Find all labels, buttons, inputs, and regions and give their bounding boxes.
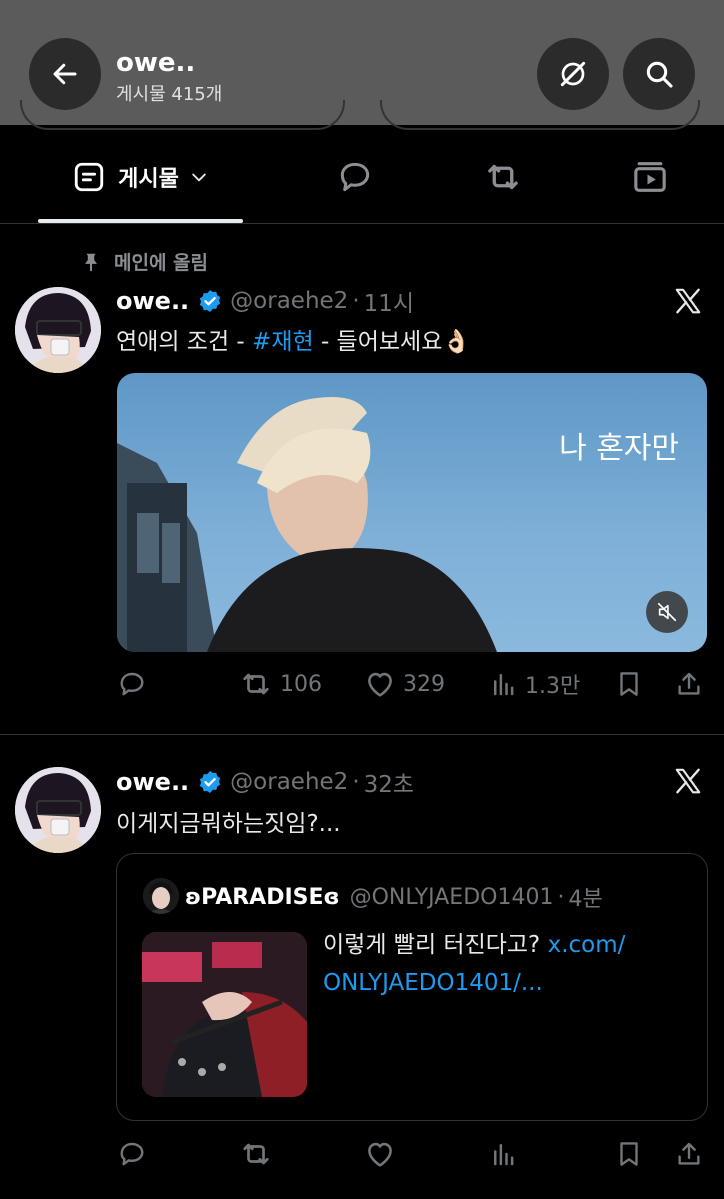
tab-reposts[interactable] (460, 130, 546, 224)
quoted-text-body: 이렇게 빨리 터진다고? (323, 932, 548, 958)
quoted-image[interactable] (142, 932, 307, 1097)
repost-button[interactable] (238, 1134, 280, 1174)
tweet-header: owe.. @oraehe2 · 32초 (116, 765, 414, 799)
tab-selected-indicator (38, 219, 243, 223)
quoted-avatar[interactable] (143, 878, 179, 914)
pinned-indicator: 메인에 올림 (80, 248, 208, 275)
quoted-timestamp[interactable]: 4분 (568, 881, 602, 913)
avatar-image (15, 767, 101, 853)
reply-icon (120, 1142, 144, 1166)
reply-icon (120, 672, 144, 696)
tweet-actions (116, 1134, 708, 1174)
pin-icon (85, 253, 97, 271)
views-button[interactable] (489, 1134, 525, 1174)
tweet-author-handle[interactable]: @oraehe2 (230, 288, 348, 314)
views-bar-chart-icon (494, 1144, 514, 1166)
tweet-timestamp[interactable]: 11시 (364, 284, 414, 318)
chevron-down-icon (192, 173, 206, 182)
profile-name: owe.. (116, 48, 196, 78)
quoted-image-content (142, 932, 307, 1097)
reply-button[interactable] (116, 1134, 148, 1174)
profile-tabs: 게시물 (0, 130, 724, 224)
mute-button[interactable] (646, 591, 688, 633)
x-logo-icon[interactable] (672, 766, 704, 796)
arrow-left-icon (53, 63, 77, 85)
bookmark-icon (620, 1142, 638, 1166)
quoted-tweet[interactable]: ʚPARADISEɞ @ONLYJAEDO1401 · 4분 이렇게 빨리 터진… (116, 853, 708, 1121)
tweet-author-name[interactable]: owe.. (116, 287, 189, 315)
verified-badge-icon (199, 289, 221, 313)
reply-button[interactable] (116, 664, 148, 704)
quoted-link[interactable]: x.com/ (548, 932, 626, 958)
share-icon (678, 1142, 700, 1165)
share-button[interactable] (674, 1134, 704, 1174)
search-icon (646, 61, 673, 88)
repost-icon (243, 673, 269, 695)
reply-bubble-icon (340, 162, 370, 192)
quoted-link[interactable]: ONLYJAEDO1401/... (323, 970, 543, 996)
pinned-label: 메인에 올림 (114, 252, 209, 274)
view-count: 1.3만 (525, 674, 581, 699)
tweet-text-part: - 들어보세요👌🏻 (313, 329, 471, 355)
tweet-text-part: 연애의 조건 - (116, 329, 253, 355)
hidden-button-edge (380, 100, 700, 130)
like-button[interactable] (363, 1134, 403, 1174)
heart-icon (368, 672, 392, 697)
tweet-actions: 106 329 1.3만 (116, 664, 708, 704)
tweet-text: 연애의 조건 - #재현 - 들어보세요👌🏻 (116, 322, 471, 356)
tweet-timestamp[interactable]: 32초 (364, 765, 414, 799)
bookmark-button[interactable] (614, 1134, 644, 1174)
tab-media[interactable] (607, 130, 693, 224)
like-button[interactable]: 329 (363, 664, 445, 704)
avatar-image (15, 287, 101, 373)
quoted-header: ʚPARADISEɞ @ONLYJAEDO1401 · 4분 (185, 881, 603, 913)
quoted-author-name[interactable]: ʚPARADISEɞ (185, 885, 340, 910)
heart-icon (368, 1142, 392, 1167)
tweet-author-name[interactable]: owe.. (116, 768, 189, 796)
repost-count: 106 (280, 671, 322, 697)
separator-dot: · (352, 769, 360, 795)
video-caption: 나 혼자만 (559, 431, 679, 466)
share-icon (678, 672, 700, 695)
video-frame (117, 397, 497, 652)
separator-dot: · (352, 288, 360, 314)
grok-icon (560, 61, 586, 87)
tweet-video[interactable]: 나 혼자만 (117, 373, 707, 652)
media-icon (634, 162, 666, 192)
tweet-author-handle[interactable]: @oraehe2 (230, 769, 348, 795)
quoted-author-handle[interactable]: @ONLYJAEDO1401 (350, 885, 554, 910)
tweet-divider (0, 734, 724, 735)
posts-icon (74, 162, 104, 192)
tweet-header: owe.. @oraehe2 · 11시 (116, 284, 414, 318)
share-button[interactable] (674, 664, 704, 704)
x-logo-icon[interactable] (672, 286, 704, 316)
repost-icon (488, 164, 518, 190)
separator-dot: · (557, 884, 565, 910)
muted-speaker-icon (657, 602, 677, 622)
tab-replies[interactable] (312, 130, 398, 224)
bookmark-icon (620, 672, 638, 696)
quoted-text: 이렇게 빨리 터진다고? x.com/ONLYJAEDO1401/... (323, 926, 693, 1002)
verified-badge-icon (199, 770, 221, 794)
tweet-text: 이게지금뭐하는짓임?... (116, 811, 341, 837)
bookmark-button[interactable] (614, 664, 644, 704)
repost-icon (243, 1143, 269, 1165)
tab-posts[interactable]: 게시물 (38, 130, 243, 224)
repost-button[interactable]: 106 (238, 664, 322, 704)
tab-posts-label: 게시물 (118, 167, 179, 192)
views-button[interactable]: 1.3만 (489, 664, 580, 704)
hashtag-link[interactable]: #재현 (252, 329, 314, 355)
avatar[interactable] (15, 287, 101, 373)
hidden-button-edge (20, 100, 345, 130)
like-count: 329 (403, 671, 445, 697)
views-bar-chart-icon (494, 674, 514, 696)
avatar[interactable] (15, 767, 101, 853)
quoted-avatar-image (143, 878, 179, 914)
